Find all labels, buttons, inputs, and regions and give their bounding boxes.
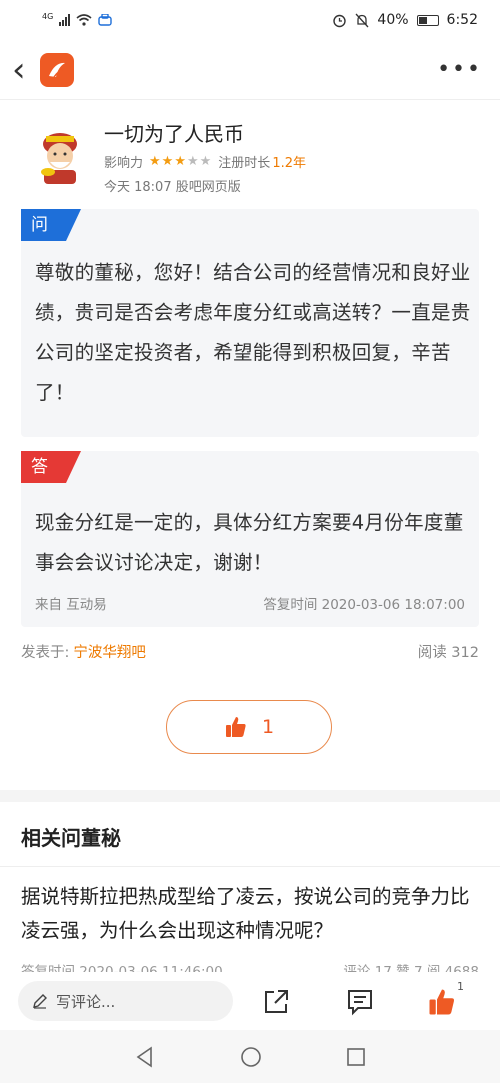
sync-icon [98, 14, 112, 26]
post-meta-row: 发表于: 宁波华翔吧 阅读 312 [21, 641, 479, 662]
influence-label: 影响力 [104, 156, 144, 171]
like-button[interactable]: 1 [166, 700, 332, 754]
more-dots-icon[interactable]: ••• [437, 57, 488, 82]
related-stats: 评论 17 赞 7 阅 4688 [343, 964, 479, 972]
related-title: 相关问董秘 [21, 826, 121, 850]
star-empty-icon: ★ [199, 154, 213, 169]
avatar[interactable] [32, 126, 88, 186]
chevron-left-icon[interactable]: ‹ [12, 53, 38, 87]
alarm-icon [333, 14, 347, 27]
star-empty-icon: ★ [186, 154, 200, 169]
post-author: 一切为了人民币 影响力 ★★★★★ 注册时长 1.2年 今天 18:07 股吧网… [24, 118, 484, 198]
nav-back-icon[interactable] [134, 1045, 156, 1068]
clock: 6:52 [446, 12, 478, 28]
system-nav-bar [0, 1030, 500, 1083]
answer-source: 来自 互动易 [35, 597, 107, 613]
network-type: 4G [42, 12, 54, 21]
app-logo [40, 52, 74, 87]
pencil-icon [33, 994, 47, 1009]
star-filled-icon: ★ [161, 154, 175, 169]
share-icon[interactable] [258, 984, 294, 1020]
battery-icon [416, 14, 439, 26]
answer-tag: 答 [21, 451, 81, 483]
wifi-icon [76, 14, 92, 26]
reg-label: 注册时长 [218, 156, 271, 171]
bottom-action-bar: 写评论... 1 [0, 972, 500, 1030]
mute-icon [355, 13, 369, 27]
top-nav: ‹ ••• [0, 40, 500, 100]
comment-input[interactable]: 写评论... [18, 981, 233, 1021]
answer-footer: 来自 互动易 答复时间 2020-03-06 18:07:00 [35, 593, 465, 613]
answer-text: 现金分红是一定的，具体分红方案要4月份年度董事会会议讨论决定，谢谢！ [35, 511, 464, 574]
author-meta: 影响力 ★★★★★ 注册时长 1.2年 [104, 152, 306, 171]
question-text: 尊敬的董秘，您好！结合公司的经营情况和良好业绩，贵司是否会考虑年度分红或高送转？… [35, 261, 471, 404]
related-divider [0, 866, 500, 867]
star-filled-icon: ★ [149, 154, 162, 169]
status-bar: 4G 40% 6:52 [0, 0, 500, 40]
related-question[interactable]: 据说特斯拉把热成型给了凌云，按说公司的竞争力比凌云强，为什么会出现这种情况呢？ [21, 880, 479, 948]
related-time: 答复时间 2020-03-06 11:46:00 [21, 964, 223, 972]
reg-value: 1.2年 [272, 156, 306, 171]
section-divider [0, 790, 500, 802]
comment-placeholder: 写评论... [56, 992, 116, 1011]
signal-icon [59, 14, 71, 26]
read-count: 阅读 312 [417, 645, 479, 661]
answer-card: 答 现金分红是一定的，具体分红方案要4月份年度董事会会议讨论决定，谢谢！ 来自 … [21, 451, 479, 627]
question-tag: 问 [21, 209, 81, 241]
username[interactable]: 一切为了人民币 [104, 118, 244, 147]
rating-stars: ★★★★★ [149, 154, 212, 169]
like-count: 1 [261, 716, 275, 738]
answer-reply-time: 答复时间 2020-03-06 18:07:00 [263, 597, 465, 613]
nav-recents-icon[interactable] [346, 1047, 366, 1067]
thumbs-up-icon [225, 717, 246, 737]
forum-link[interactable]: 宁波华翔吧 [73, 641, 146, 662]
published-label: 发表于: [21, 645, 70, 661]
related-meta: 答复时间 2020-03-06 11:46:00 评论 17 赞 7 阅 468… [21, 960, 479, 972]
post-time: 今天 18:07 股吧网页版 [104, 180, 241, 195]
thumbs-up-icon[interactable]: 1 [424, 980, 464, 1020]
like-badge: 1 [457, 980, 464, 993]
star-filled-icon: ★ [174, 154, 187, 169]
nav-home-icon[interactable] [240, 1046, 262, 1068]
question-card: 问 尊敬的董秘，您好！结合公司的经营情况和良好业绩，贵司是否会考虑年度分红或高送… [21, 209, 479, 437]
comment-icon[interactable] [342, 984, 378, 1020]
battery-percent: 40% [377, 12, 409, 28]
